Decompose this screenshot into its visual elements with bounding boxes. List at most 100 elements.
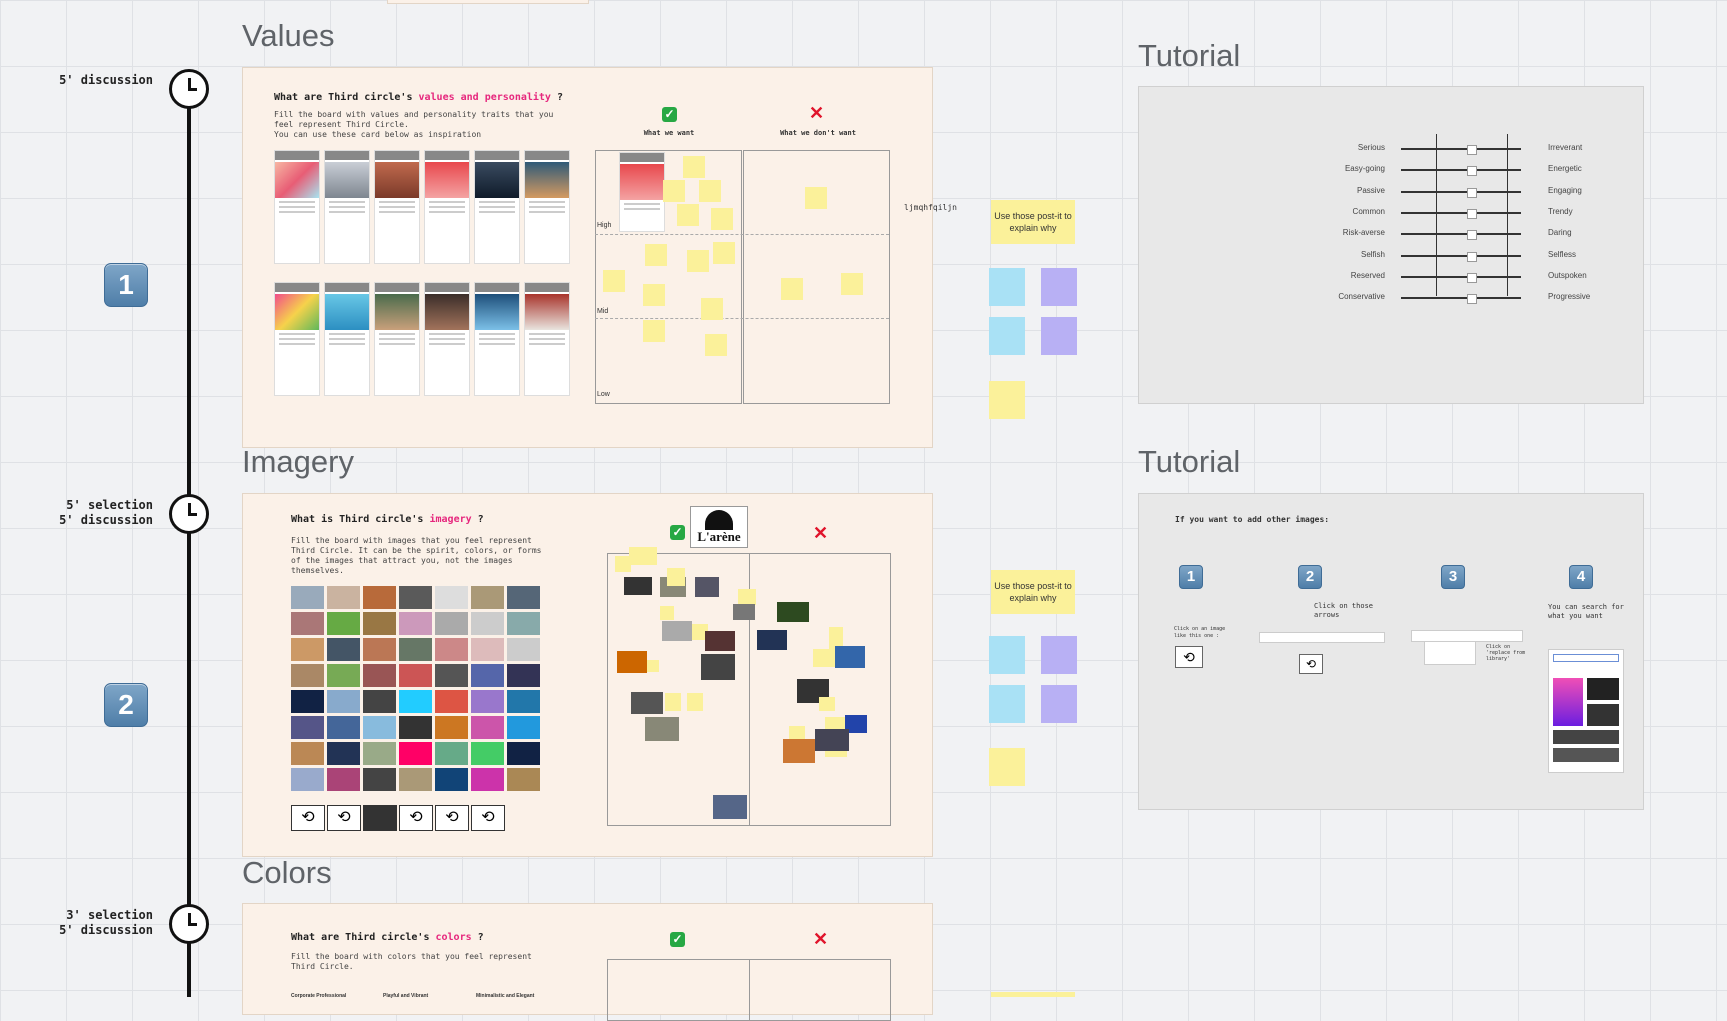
sticky-note[interactable] [660,606,674,620]
image-thumbnail[interactable] [363,586,396,609]
image-thumbnail[interactable] [291,638,324,661]
image-thumbnail[interactable] [291,742,324,765]
sticky-note[interactable] [713,242,735,264]
slider-track[interactable] [1401,297,1521,300]
collage-image[interactable] [662,621,692,641]
replace-image-icon[interactable] [363,805,397,831]
dont-want-column[interactable] [749,959,891,1021]
collage-image[interactable] [701,654,735,680]
sticky-note-purple[interactable] [1041,317,1077,355]
sticky-note[interactable] [663,180,685,202]
sticky-note-purple[interactable] [1041,636,1077,674]
sticky-note[interactable] [701,298,723,320]
image-thumbnail[interactable] [363,612,396,635]
sticky-note[interactable] [629,547,657,565]
sticky-note[interactable] [711,208,733,230]
slider-handle[interactable] [1467,251,1477,262]
sticky-note-blue[interactable] [989,268,1025,306]
sticky-note[interactable] [805,187,827,209]
image-thumbnail[interactable] [399,768,432,791]
collage-image[interactable] [777,602,809,622]
image-thumbnail[interactable] [507,768,540,791]
sticky-note-yellow[interactable] [991,992,1075,997]
image-thumbnail[interactable] [327,612,360,635]
image-thumbnail[interactable] [435,690,468,713]
image-thumbnail[interactable] [507,586,540,609]
sticky-note[interactable] [683,156,705,178]
sticky-note[interactable] [687,693,703,711]
sticky-note[interactable] [819,697,835,711]
inspiration-card[interactable] [324,150,370,264]
sticky-note-yellow[interactable] [989,381,1025,419]
sticky-note[interactable] [813,649,829,667]
sticky-note-purple[interactable] [1041,685,1077,723]
sticky-note[interactable] [738,589,756,605]
collage-image[interactable] [624,577,652,595]
image-thumbnail[interactable] [363,716,396,739]
image-thumbnail[interactable] [471,690,504,713]
collage-image[interactable] [631,692,663,714]
replace-image-icon[interactable]: ⟲ [399,805,433,831]
image-thumbnail[interactable] [471,768,504,791]
slider-handle[interactable] [1467,272,1477,283]
slider-track[interactable] [1401,148,1521,150]
inspiration-card[interactable] [474,150,520,264]
slider-handle[interactable] [1467,208,1477,219]
collage-image[interactable] [757,630,787,650]
postit-instruction[interactable]: Use those post-it to explain why [991,570,1075,614]
image-thumbnail[interactable] [435,586,468,609]
inspiration-card[interactable] [474,282,520,396]
inspiration-card[interactable] [274,282,320,396]
image-thumbnail[interactable] [471,612,504,635]
image-thumbnail[interactable] [363,742,396,765]
replace-image-icon[interactable]: ⟲ [435,805,469,831]
sticky-note[interactable] [647,660,659,672]
image-thumbnail[interactable] [327,690,360,713]
sticky-note[interactable] [665,693,681,711]
image-thumbnail[interactable] [435,612,468,635]
image-thumbnail[interactable] [363,690,396,713]
collage-image[interactable] [713,795,747,819]
image-thumbnail[interactable] [507,690,540,713]
image-thumbnail[interactable] [471,586,504,609]
slider-handle[interactable] [1467,145,1477,155]
sticky-note[interactable] [643,284,665,306]
inspiration-card[interactable] [424,282,470,396]
slider-track[interactable] [1401,254,1521,257]
image-thumbnail[interactable] [471,638,504,661]
sticky-note[interactable] [643,320,665,342]
image-thumbnail[interactable] [291,716,324,739]
inspiration-card[interactable] [524,150,570,264]
collage-image[interactable] [645,717,679,741]
image-thumbnail[interactable] [327,586,360,609]
replace-image-icon[interactable]: ⟲ [291,805,325,831]
sticky-note-yellow[interactable] [989,748,1025,786]
collage-image[interactable] [733,604,755,620]
image-thumbnail[interactable] [435,716,468,739]
image-thumbnail[interactable] [327,716,360,739]
inspiration-card[interactable] [274,150,320,264]
sticky-note[interactable] [603,270,625,292]
tutorial-sliders-frame[interactable]: Serious Irreverant Easy-going Energetic Pass… [1138,86,1644,404]
image-thumbnail[interactable] [327,638,360,661]
image-thumbnail[interactable] [291,664,324,687]
image-thumbnail[interactable] [399,612,432,635]
slider-track[interactable] [1401,233,1521,236]
sticky-note-blue[interactable] [989,685,1025,723]
image-thumbnail[interactable] [507,612,540,635]
image-thumbnail[interactable] [363,768,396,791]
sticky-note[interactable] [841,273,863,295]
sticky-note-blue[interactable] [989,317,1025,355]
image-thumbnail[interactable] [363,638,396,661]
image-thumbnail[interactable] [291,690,324,713]
collage-image[interactable] [705,631,735,651]
image-thumbnail[interactable] [399,664,432,687]
image-thumbnail[interactable] [399,690,432,713]
collage-image[interactable] [695,577,719,597]
image-thumbnail[interactable] [291,768,324,791]
collage-image[interactable] [617,651,647,673]
imagery-frame[interactable]: What is Third circle's imagery ? Fill th… [242,493,933,857]
slider-handle[interactable] [1467,230,1477,241]
sticky-note-purple[interactable] [1041,268,1077,306]
image-thumbnail[interactable] [399,742,432,765]
